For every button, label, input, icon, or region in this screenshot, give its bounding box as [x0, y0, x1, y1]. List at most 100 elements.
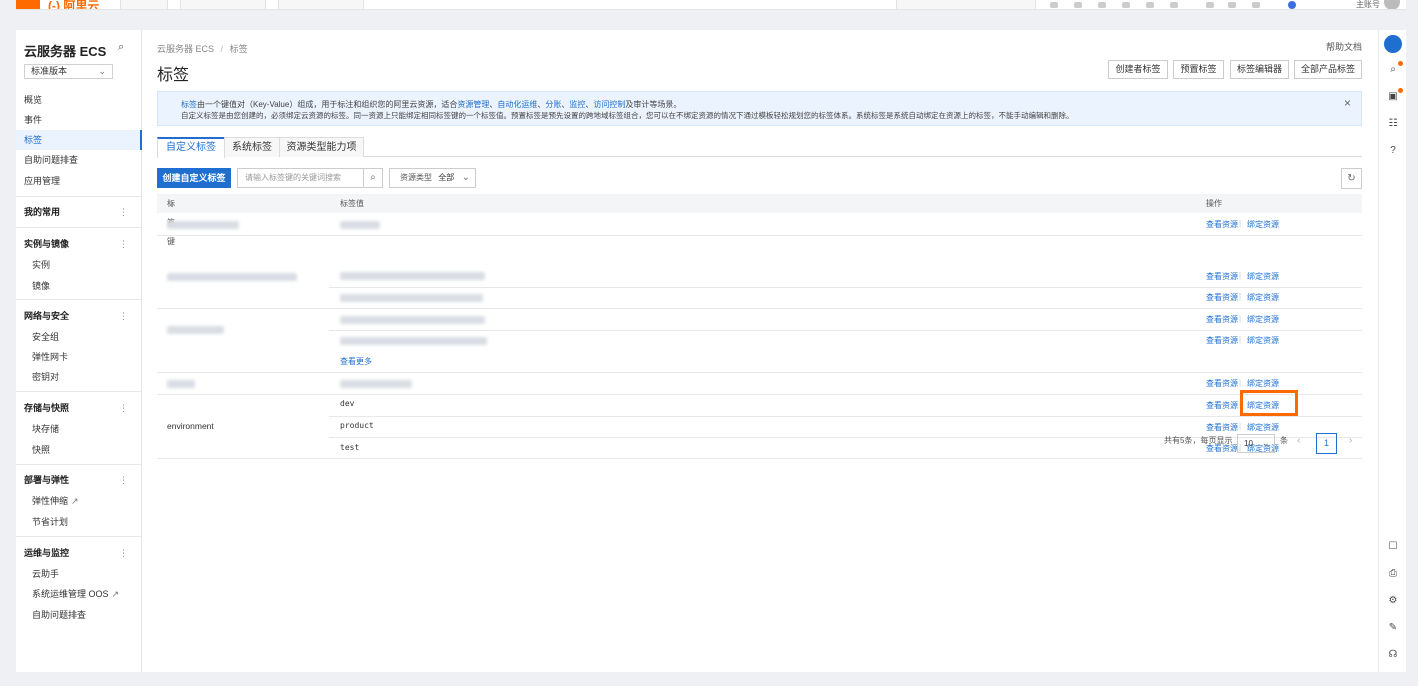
more-icon[interactable]: ⋮: [119, 234, 128, 254]
sidebar-item-images[interactable]: 镜像: [16, 276, 142, 296]
sidebar-group-ops[interactable]: 运维与监控 ⋮: [16, 543, 142, 563]
cart-icon[interactable]: [1206, 2, 1214, 8]
tab-resource-type-capabilities[interactable]: 资源类型能力项: [279, 137, 364, 157]
aliyun-logo[interactable]: (-) 阿里云: [48, 0, 99, 9]
sidebar-item-snapshots[interactable]: 快照: [16, 440, 142, 460]
cart-icon[interactable]: ☐: [1379, 541, 1407, 552]
view-resources-link[interactable]: 查看资源: [1206, 219, 1238, 230]
bind-resources-link[interactable]: 绑定资源: [1247, 422, 1279, 433]
document-icon[interactable]: ☷: [1379, 118, 1407, 129]
sidebar-item-instances[interactable]: 实例: [16, 255, 142, 275]
avatar[interactable]: [1384, 0, 1400, 9]
sidebar-item-app-management[interactable]: 应用管理: [16, 171, 142, 191]
all-product-tags-button[interactable]: 全部产品标签: [1294, 60, 1362, 79]
more-icon[interactable]: ⋮: [119, 543, 128, 563]
help-icon[interactable]: ?: [1379, 145, 1407, 156]
book-icon[interactable]: ▣: [1379, 91, 1407, 102]
resource-group-selector[interactable]: [180, 0, 266, 9]
region-selector[interactable]: [278, 0, 364, 9]
view-resources-link[interactable]: 查看资源: [1206, 271, 1238, 282]
help-icon[interactable]: [1252, 2, 1260, 8]
see-more-link[interactable]: 查看更多: [340, 356, 372, 367]
more-icon[interactable]: ⋮: [119, 398, 128, 418]
version-select[interactable]: 标准版本 ⌄: [24, 64, 113, 79]
search-input[interactable]: 请输入标签键的关键词搜索: [237, 168, 364, 188]
sidebar-item-tags[interactable]: 标签: [16, 130, 142, 150]
account-label[interactable]: 主账号: [1356, 0, 1380, 9]
sidebar-item-keypairs[interactable]: 密钥对: [16, 367, 142, 387]
global-search-input[interactable]: [896, 0, 1036, 9]
topbar-link[interactable]: [1098, 2, 1106, 8]
view-resources-link[interactable]: 查看资源: [1206, 378, 1238, 389]
topbar-link[interactable]: [1146, 2, 1154, 8]
view-resources-link[interactable]: 查看资源: [1206, 335, 1238, 346]
workbench-button[interactable]: [120, 0, 168, 9]
preset-tags-button[interactable]: 预置标签: [1173, 60, 1224, 79]
more-icon[interactable]: ⋮: [119, 470, 128, 490]
topbar-link[interactable]: [1074, 2, 1082, 8]
topbar-link[interactable]: [1122, 2, 1130, 8]
bind-resources-link[interactable]: 绑定资源: [1247, 271, 1279, 282]
sidebar-item-events[interactable]: 事件: [16, 110, 142, 130]
resource-type-select[interactable]: 资源类型 全部 ⌄: [389, 168, 476, 188]
next-page-icon[interactable]: ›: [1349, 435, 1352, 446]
sidebar-group-instances[interactable]: 实例与镜像 ⋮: [16, 234, 142, 254]
automation-link[interactable]: 自动化运维: [497, 100, 537, 109]
edit-icon[interactable]: ✎: [1379, 622, 1407, 633]
help-docs-link[interactable]: 帮助文档: [1326, 40, 1362, 53]
tag-editor-button[interactable]: 标签编辑器: [1230, 60, 1289, 79]
sidebar-group-deploy[interactable]: 部署与弹性 ⋮: [16, 470, 142, 490]
sidebar-item-overview[interactable]: 概览: [16, 90, 142, 110]
printer-icon[interactable]: ⎙: [1379, 568, 1407, 579]
sidebar-group-network[interactable]: 网络与安全 ⋮: [16, 306, 142, 326]
menu-icon[interactable]: [16, 0, 40, 9]
view-resources-link[interactable]: 查看资源: [1206, 314, 1238, 325]
sidebar-item-block-storage[interactable]: 块存储: [16, 419, 142, 439]
view-resources-link[interactable]: 查看资源: [1206, 422, 1238, 433]
tab-system-tags[interactable]: 系统标签: [224, 137, 280, 157]
search-icon[interactable]: ⌕: [1379, 64, 1407, 75]
more-icon[interactable]: ⋮: [119, 306, 128, 326]
headset-icon[interactable]: ☊: [1379, 649, 1407, 660]
sidebar-item-eni[interactable]: 弹性网卡: [16, 347, 142, 367]
sidebar-item-oos[interactable]: 系统运维管理 OOS ↗: [16, 584, 142, 604]
page-number-button[interactable]: 1: [1316, 433, 1337, 454]
topbar-link[interactable]: [1050, 2, 1058, 8]
sort-icon[interactable]: ⇅: [167, 194, 174, 213]
resource-management-link[interactable]: 资源管理: [457, 100, 489, 109]
more-icon[interactable]: ⋮: [119, 202, 128, 222]
tag-link[interactable]: 标签: [181, 100, 197, 109]
sidebar-item-troubleshoot[interactable]: 自助问题排查: [16, 150, 142, 170]
bind-resources-link[interactable]: 绑定资源: [1247, 314, 1279, 325]
access-control-link[interactable]: 访问控制: [593, 100, 625, 109]
view-resources-link[interactable]: 查看资源: [1206, 400, 1238, 411]
bell-icon[interactable]: [1228, 2, 1236, 8]
search-icon[interactable]: ⌕: [363, 168, 383, 188]
search-icon[interactable]: ⌕: [118, 41, 124, 54]
gear-icon[interactable]: ⚙: [1379, 595, 1407, 606]
bind-resources-link[interactable]: 绑定资源: [1247, 335, 1279, 346]
billing-link[interactable]: 分账: [545, 100, 561, 109]
sidebar-item-auto-scaling[interactable]: 弹性伸缩 ↗: [16, 491, 142, 511]
sidebar-item-cloud-assistant[interactable]: 云助手: [16, 564, 142, 584]
prev-page-icon[interactable]: ‹: [1297, 435, 1300, 446]
language-icon[interactable]: [1288, 1, 1296, 9]
sidebar-group-storage[interactable]: 存储与快照 ⋮: [16, 398, 142, 418]
view-resources-link[interactable]: 查看资源: [1206, 292, 1238, 303]
sidebar-item-savings-plan[interactable]: 节省计划: [16, 512, 142, 532]
tab-custom-tags[interactable]: 自定义标签: [157, 137, 225, 158]
topbar-link[interactable]: [1170, 2, 1178, 8]
sidebar-item-self-troubleshoot[interactable]: 自助问题排查: [16, 605, 142, 625]
breadcrumb-root[interactable]: 云服务器 ECS: [157, 44, 214, 54]
bind-resources-link[interactable]: 绑定资源: [1247, 219, 1279, 230]
creator-tags-button[interactable]: 创建者标签: [1108, 60, 1168, 79]
sidebar-group-favorites[interactable]: 我的常用 ⋮: [16, 202, 142, 222]
bind-resources-link[interactable]: 绑定资源: [1247, 378, 1279, 389]
monitoring-link[interactable]: 监控: [569, 100, 585, 109]
create-custom-tag-button[interactable]: 创建自定义标签: [157, 168, 231, 188]
sidebar-item-security-groups[interactable]: 安全组: [16, 327, 142, 347]
bind-resources-link[interactable]: 绑定资源: [1247, 292, 1279, 303]
page-size-select[interactable]: 10 ⌄: [1237, 434, 1275, 453]
assistant-avatar-icon[interactable]: [1384, 35, 1402, 53]
refresh-icon[interactable]: ↻: [1341, 168, 1362, 189]
